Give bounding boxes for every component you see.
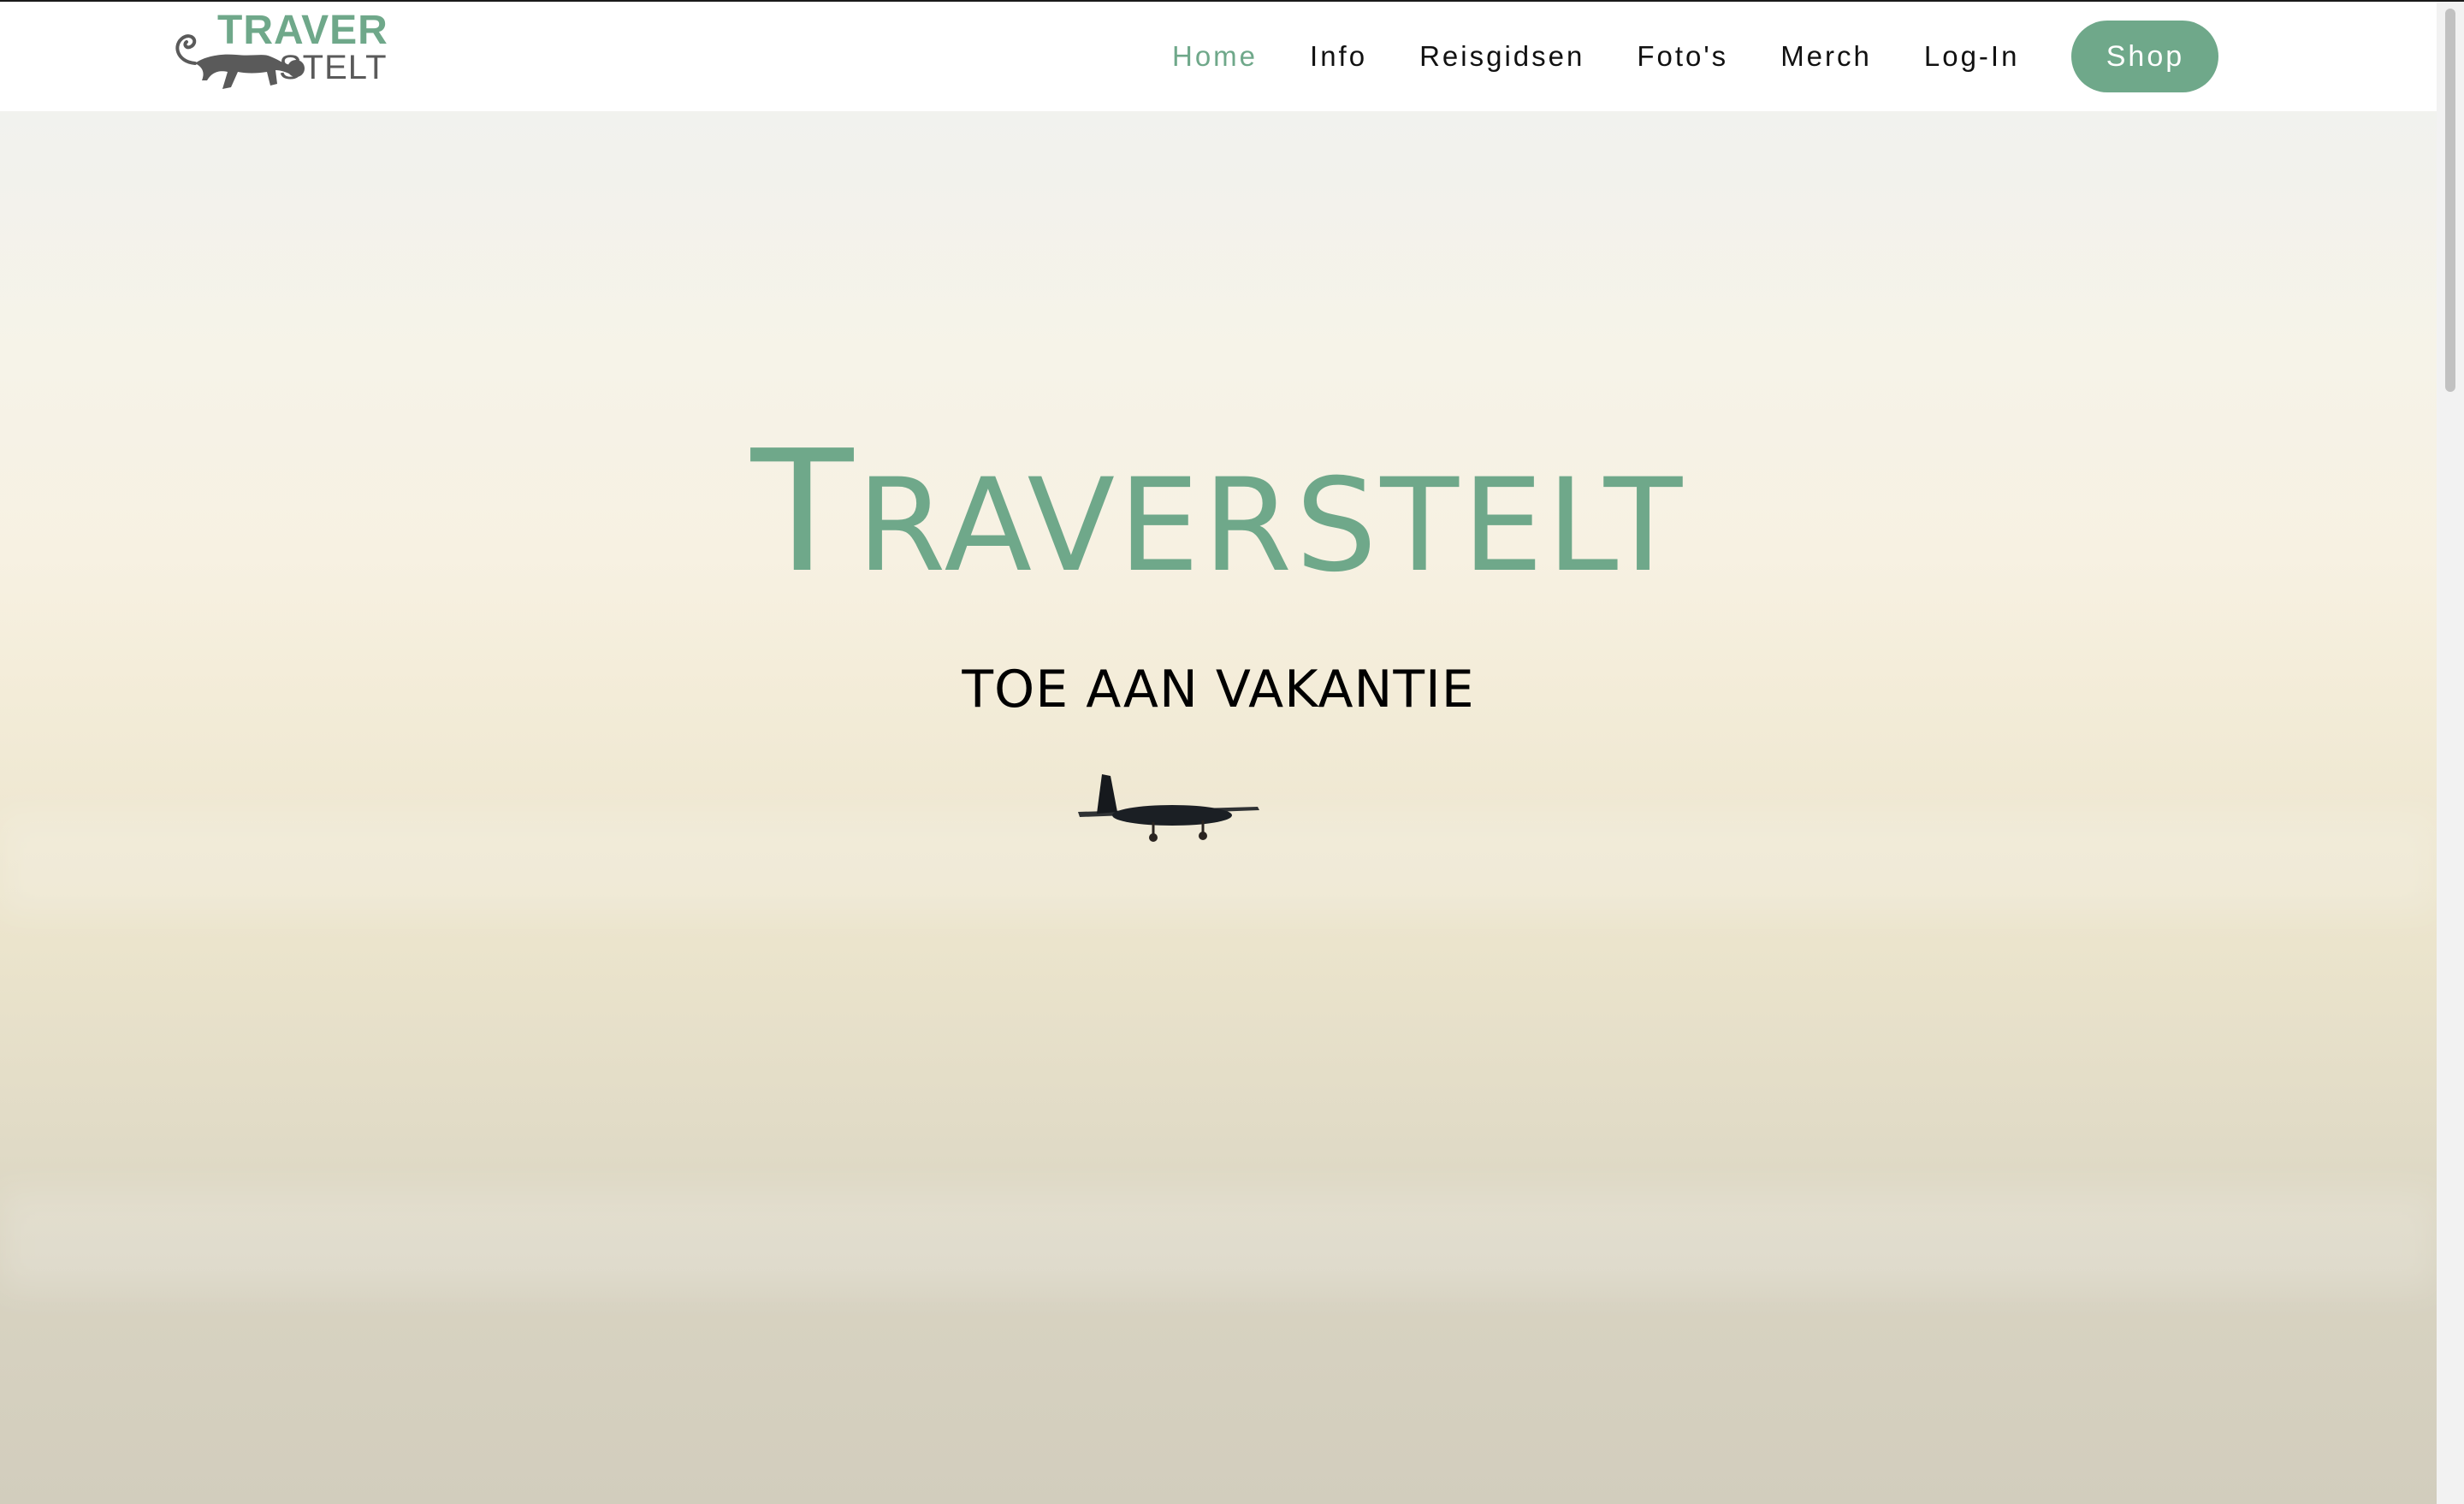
hero-title: TRAVERSTELT — [0, 429, 2437, 601]
nav-info[interactable]: Info — [1310, 40, 1367, 73]
scrollbar-thumb[interactable] — [2445, 9, 2455, 392]
haze-band — [0, 1189, 2437, 1292]
site-logo[interactable]: TRAVER STELT — [168, 7, 388, 96]
hero-title-rest: RAVERSTELT — [856, 452, 1686, 601]
hero-title-initial: T — [750, 415, 857, 610]
logo-bottom-word: STELT — [279, 49, 388, 86]
nav-login[interactable]: Log-In — [1924, 40, 2020, 73]
hero-section: TRAVERSTELT TOE AAN VAKANTIE — [0, 111, 2437, 1504]
shop-button[interactable]: Shop — [2071, 21, 2219, 92]
nav-reisgidsen[interactable]: Reisgidsen — [1419, 40, 1584, 73]
nav-merch[interactable]: Merch — [1780, 40, 1872, 73]
airplane-icon — [1078, 774, 1259, 842]
scrollbar[interactable] — [2437, 2, 2464, 1504]
main-nav: Home Info Reisgidsen Foto's Merch Log-In… — [1172, 2, 2219, 111]
hero-subtitle: TOE AAN VAKANTIE — [962, 660, 1475, 719]
page: TRAVER STELT Home Info Reisgidsen Foto's… — [0, 0, 2464, 1504]
site-header: TRAVER STELT Home Info Reisgidsen Foto's… — [0, 2, 2437, 111]
nav-fotos[interactable]: Foto's — [1637, 40, 1728, 73]
nav-home[interactable]: Home — [1172, 40, 1258, 73]
